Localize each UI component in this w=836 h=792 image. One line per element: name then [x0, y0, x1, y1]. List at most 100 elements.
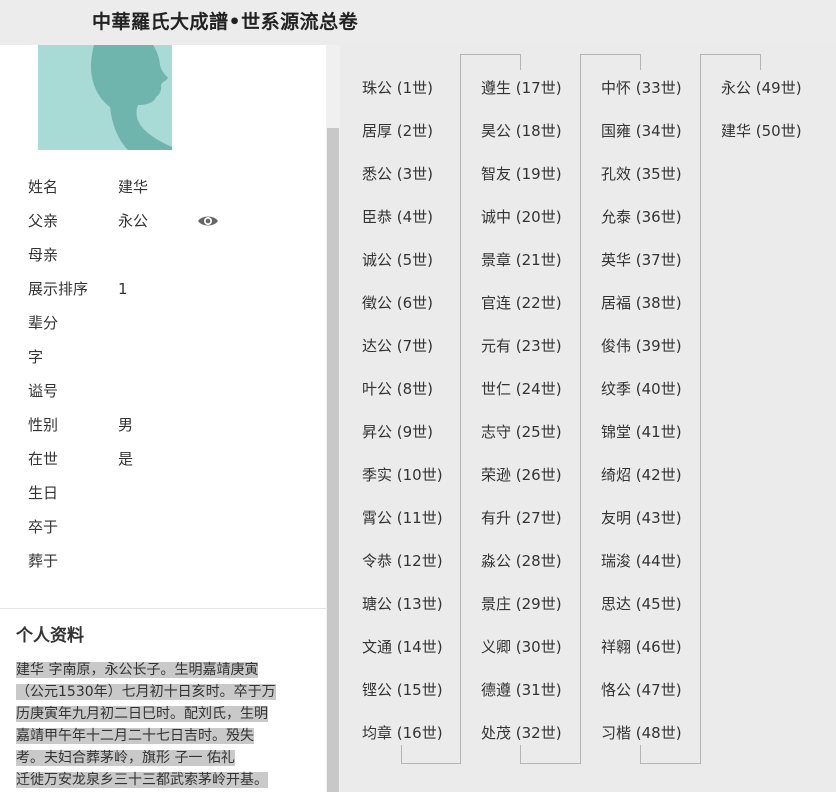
generation-item[interactable]: 文通 (14世) [362, 637, 443, 657]
generation-item[interactable]: 俊伟 (39世) [601, 336, 682, 356]
generation-item[interactable]: 德遵 (31世) [481, 680, 562, 700]
generation-item[interactable]: 锦堂 (41世) [601, 422, 682, 442]
generation-item[interactable]: 官连 (22世) [481, 293, 562, 313]
profile-field-label: 字 [28, 348, 44, 366]
generation-item[interactable]: 祥翱 (46世) [601, 637, 682, 657]
generation-item[interactable]: 景章 (21世) [481, 250, 562, 270]
generation-item[interactable]: 诚公 (5世) [362, 250, 433, 270]
generation-item[interactable]: 季实 (10世) [362, 465, 443, 485]
profile-field-value: 1 [118, 280, 128, 298]
profile-field-label: 父亲 [28, 212, 59, 230]
generation-item[interactable]: 建华 (50世) [721, 121, 802, 141]
generation-item[interactable]: 习楷 (48世) [601, 723, 682, 743]
avatar [38, 45, 172, 150]
generation-item[interactable]: 允泰 (36世) [601, 207, 682, 227]
generation-item[interactable]: 遵生 (17世) [481, 78, 562, 98]
generation-item[interactable]: 纹季 (40世) [601, 379, 682, 399]
profile-field-value: 永公 [118, 212, 149, 230]
profile-field-label: 葬于 [28, 552, 59, 570]
profile-field-label: 在世 [28, 450, 59, 468]
eye-icon[interactable] [197, 213, 219, 229]
tree-connector [640, 763, 701, 764]
profile-field-value: 是 [118, 450, 134, 468]
generation-item[interactable]: 霄公 (11世) [362, 508, 443, 528]
generation-item[interactable]: 中怀 (33世) [601, 78, 682, 98]
tree-connector [520, 745, 521, 763]
profile-field-label: 谥号 [28, 382, 59, 400]
scrollbar[interactable] [326, 45, 340, 792]
generation-item[interactable]: 珠公 (1世) [362, 78, 433, 98]
generation-item[interactable]: 元有 (23世) [481, 336, 562, 356]
tree-connector [460, 54, 461, 763]
bio-line: 迁徙万安龙泉乡三十三都武索茅岭开基。 [16, 772, 268, 788]
generation-item[interactable]: 义卿 (30世) [481, 637, 562, 657]
profile-field-value: 男 [118, 416, 134, 434]
generation-item[interactable]: 居厚 (2世) [362, 121, 433, 141]
tree-connector [700, 54, 760, 55]
bio-line: 考。夫妇合葬茅岭，旗形 子一 佑礼 [16, 750, 235, 766]
generation-item[interactable]: 景庄 (29世) [481, 594, 562, 614]
bio-section-title: 个人资料 [16, 626, 84, 646]
tree-connector [700, 54, 701, 763]
generation-item[interactable]: 令恭 (12世) [362, 551, 443, 571]
generation-item[interactable]: 智友 (19世) [481, 164, 562, 184]
generation-item[interactable]: 达公 (7世) [362, 336, 433, 356]
profile-panel: 姓名 建华父亲 永公母亲展示排序 1 辈分字谥号性别 男在世 是生日卒于葬于 个人资料 建华… [0, 45, 326, 792]
profile-field-label: 生日 [28, 484, 59, 502]
generation-tree: 珠公 (1世) 居厚 (2世) 悉公 (3世) 臣恭 (4世) 诚公 (5世) 徵公 (6… [340, 45, 836, 792]
generation-item[interactable]: 荣逊 (26世) [481, 465, 562, 485]
generation-item[interactable]: 铿公 (15世) [362, 680, 443, 700]
profile-field-label: 展示排序 [28, 280, 89, 298]
tree-connector [520, 54, 521, 70]
generation-item[interactable]: 叶公 (8世) [362, 379, 433, 399]
generation-item[interactable]: 均章 (16世) [362, 723, 443, 743]
tree-connector [520, 763, 581, 764]
header-bar: 中華羅氏大成譜•世系源流总卷 [0, 0, 836, 45]
tree-connector [640, 54, 641, 70]
generation-item[interactable]: 处茂 (32世) [481, 723, 562, 743]
bio-line: （公元1530年）七月初十日亥时。卒于万 [16, 684, 276, 700]
generation-item[interactable]: 孔效 (35世) [601, 164, 682, 184]
tree-connector [640, 745, 641, 763]
bio-line: 历庚寅年九月初二日巳时。配刘氏，生明 [16, 706, 268, 722]
profile-field-label: 母亲 [28, 246, 59, 264]
profile-field-label: 姓名 [28, 178, 59, 196]
generation-item[interactable]: 英华 (37世) [601, 250, 682, 270]
generation-item[interactable]: 徵公 (6世) [362, 293, 433, 313]
tree-connector [401, 763, 461, 764]
tree-connector [460, 54, 520, 55]
generation-item[interactable]: 思达 (45世) [601, 594, 682, 614]
tree-connector [760, 54, 761, 70]
generation-item[interactable]: 世仁 (24世) [481, 379, 562, 399]
generation-item[interactable]: 诚中 (20世) [481, 207, 562, 227]
generation-item[interactable]: 有升 (27世) [481, 508, 562, 528]
profile-field-label: 性别 [28, 416, 59, 434]
generation-item[interactable]: 昊公 (18世) [481, 121, 562, 141]
profile-field-label: 辈分 [28, 314, 59, 332]
generation-item[interactable]: 臣恭 (4世) [362, 207, 433, 227]
bio-text: 建华 字南原，永公长子。生明嘉靖庚寅 （公元1530年）七月初十日亥时。卒于万 历庚… [16, 659, 316, 791]
profile-field-value: 建华 [118, 178, 149, 196]
tree-connector [580, 54, 640, 55]
tree-connector [580, 54, 581, 763]
bio-line: 嘉靖甲午年十二月二十七日吉时。殁失 [16, 728, 254, 744]
generation-item[interactable]: 志守 (25世) [481, 422, 562, 442]
generation-item[interactable]: 友明 (43世) [601, 508, 682, 528]
generation-item[interactable]: 瑭公 (13世) [362, 594, 443, 614]
generation-item[interactable]: 昇公 (9世) [362, 422, 433, 442]
page-title: 中華羅氏大成譜•世系源流总卷 [92, 11, 359, 33]
scrollbar-thumb[interactable] [327, 128, 339, 792]
generation-item[interactable]: 国雍 (34世) [601, 121, 682, 141]
generation-item[interactable]: 悉公 (3世) [362, 164, 433, 184]
generation-item[interactable]: 永公 (49世) [721, 78, 802, 98]
generation-item[interactable]: 绮炤 (42世) [601, 465, 682, 485]
generation-item[interactable]: 居福 (38世) [601, 293, 682, 313]
section-divider [0, 608, 326, 609]
generation-item[interactable]: 瑞浚 (44世) [601, 551, 682, 571]
bio-line: 建华 字南原，永公长子。生明嘉靖庚寅 [16, 662, 259, 678]
profile-field-label: 卒于 [28, 518, 59, 536]
generation-item[interactable]: 淼公 (28世) [481, 551, 562, 571]
generation-item[interactable]: 恪公 (47世) [601, 680, 682, 700]
person-silhouette-icon [91, 45, 172, 150]
tree-connector [401, 745, 402, 763]
